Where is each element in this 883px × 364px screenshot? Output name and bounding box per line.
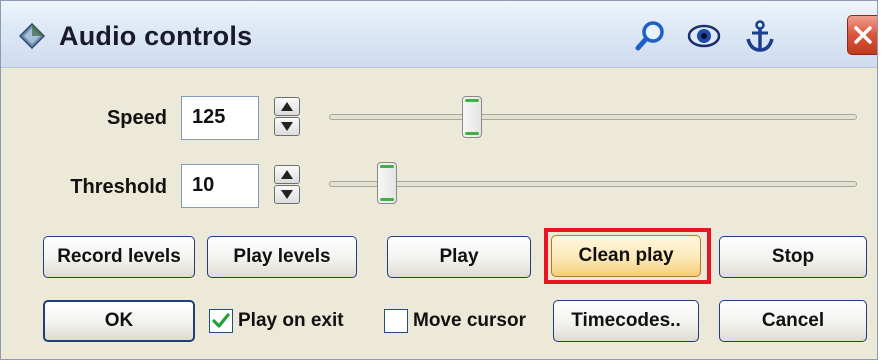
move-cursor-checkbox[interactable] [384,309,408,333]
arrow-down-icon [281,190,293,199]
threshold-slider-thumb[interactable] [377,162,397,204]
cancel-button[interactable]: Cancel [719,300,867,342]
play-on-exit-label[interactable]: Play on exit [238,310,344,332]
diamond-icon [19,23,45,49]
speed-input[interactable]: 125 [181,96,259,140]
stop-button[interactable]: Stop [719,236,867,278]
checkmark-icon [212,313,230,328]
speed-up-button[interactable] [274,97,300,116]
speed-down-button[interactable] [274,117,300,136]
timecodes-button[interactable]: Timecodes.. [553,300,699,342]
record-levels-button[interactable]: Record levels [43,236,195,278]
play-on-exit-checkbox[interactable] [209,309,233,333]
speed-slider-thumb[interactable] [462,96,482,138]
threshold-up-button[interactable] [274,165,300,184]
speed-label: Speed [106,107,167,129]
clean-play-button[interactable]: Clean play [551,235,701,277]
play-levels-button[interactable]: Play levels [207,236,357,278]
ok-button[interactable]: OK [43,300,195,342]
threshold-label: Threshold [70,176,167,198]
threshold-spinner[interactable] [274,165,300,205]
arrow-down-icon [281,122,293,131]
close-icon [854,26,872,44]
search-icon[interactable] [633,19,667,53]
audio-controls-window: Audio controls Speed 125 Threshold 10 Re… [0,0,878,360]
window-title: Audio controls [59,21,253,51]
threshold-input[interactable]: 10 [181,164,259,208]
arrow-up-icon [281,102,293,111]
speed-spinner[interactable] [274,97,300,137]
speed-slider-track[interactable] [329,114,857,120]
title-bar[interactable]: Audio controls [1,1,877,68]
threshold-slider-track[interactable] [329,181,857,187]
arrow-up-icon [281,170,293,179]
close-button[interactable] [847,15,877,55]
threshold-down-button[interactable] [274,185,300,204]
play-button[interactable]: Play [387,236,531,278]
anchor-icon[interactable] [743,19,777,53]
move-cursor-label[interactable]: Move cursor [413,310,526,332]
eye-icon[interactable] [687,19,721,53]
